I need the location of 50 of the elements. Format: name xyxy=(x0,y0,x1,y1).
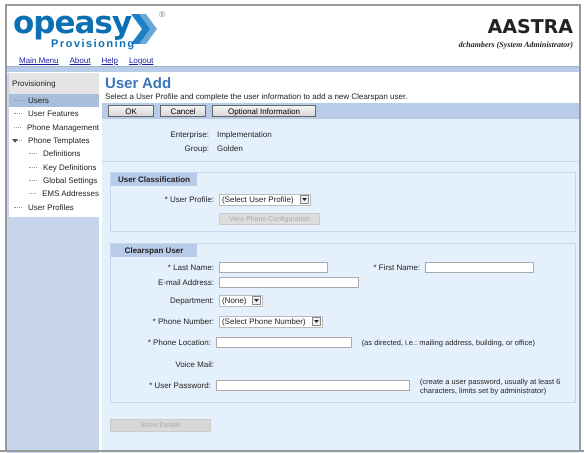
expanded-icon[interactable] xyxy=(12,138,18,144)
brand-logo: AASTRA xyxy=(488,16,573,38)
input-field[interactable] xyxy=(216,337,352,348)
sidebar-item[interactable]: Phone Management xyxy=(9,120,99,134)
nav-link[interactable]: About xyxy=(70,56,90,65)
section-header: Clearspan User xyxy=(111,244,197,257)
nav-link[interactable]: Logout xyxy=(128,56,154,65)
sidebar-item[interactable]: User Features xyxy=(9,107,99,121)
nav-link[interactable]: Main Menu xyxy=(19,56,59,65)
sidebar-item[interactable]: Definitions xyxy=(9,147,99,160)
section-header: User Classification xyxy=(111,173,197,186)
sidebar-item[interactable]: Users xyxy=(9,94,99,108)
field-label: Voice Mail: xyxy=(174,360,215,368)
input-field[interactable] xyxy=(425,262,534,273)
user-name: dchambers (System Administrator) xyxy=(458,40,573,49)
field-label: * User Password: xyxy=(148,381,212,390)
field-label: * Last Name: xyxy=(166,263,215,272)
toolbar-button[interactable]: OK xyxy=(108,105,154,117)
field-label: E-mail Address: xyxy=(156,278,215,287)
registered-mark: ® xyxy=(159,10,165,19)
dropdown-arrow-icon xyxy=(254,299,260,302)
sidebar-item[interactable]: Global Settings xyxy=(9,174,99,188)
field-label: * User Profile: xyxy=(164,195,215,204)
logo-subtitle: Provisioning xyxy=(51,38,136,50)
field-label: Department: xyxy=(168,296,215,305)
dropdown[interactable]: (Select Phone Number) xyxy=(219,316,323,328)
input-field[interactable] xyxy=(219,262,328,273)
info-label: Group: xyxy=(184,144,210,152)
input-field[interactable] xyxy=(219,277,359,288)
field-label: * Phone Location: xyxy=(146,338,212,347)
instructions: Select a User Profile and complete the user information to add a new Clearspan user. xyxy=(105,92,408,101)
field-label: * First Name: xyxy=(372,263,421,272)
info-value: Implementation xyxy=(217,130,272,138)
sidebar-item[interactable]: User Profiles xyxy=(9,200,99,214)
dropdown-arrow-icon xyxy=(302,198,307,201)
nav-link[interactable]: Help xyxy=(101,56,118,65)
input-field[interactable] xyxy=(216,380,410,391)
field-label: * Phone Number: xyxy=(152,317,215,326)
sidebar-item[interactable]: Key Definitions xyxy=(9,160,99,174)
info-value: Golden xyxy=(217,144,243,152)
toolbar-button[interactable]: Cancel xyxy=(160,105,206,117)
dropdown-arrow-icon xyxy=(314,320,319,323)
sidebar-item[interactable]: Phone Templates xyxy=(9,134,99,148)
page-title: User Add xyxy=(105,76,172,91)
toolbar-button[interactable]: Optional Information xyxy=(212,105,316,117)
sidebar-item[interactable]: EMS Addresses xyxy=(9,187,99,200)
dropdown[interactable]: (None) xyxy=(219,294,264,306)
sidebar-title: Provisioning xyxy=(9,73,99,94)
info-label: Enterprise: xyxy=(169,130,210,138)
dropdown[interactable]: (Select User Profile) xyxy=(219,194,311,206)
